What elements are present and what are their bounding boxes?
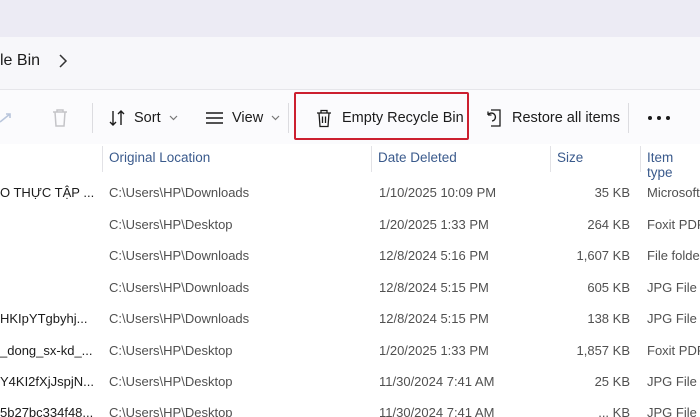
row-location: C:\Users\HP\Desktop xyxy=(109,342,233,358)
row-size: 264 KB xyxy=(587,216,630,232)
row-item-type: JPG File xyxy=(647,374,697,389)
column-header-size[interactable]: Size xyxy=(557,150,583,165)
row-item-type: File folder xyxy=(647,248,700,263)
row-name: HKIpYTgbyhj... xyxy=(0,311,88,326)
column-separator[interactable] xyxy=(371,146,372,172)
row-item-type: JPG File xyxy=(647,279,697,295)
column-separator[interactable] xyxy=(102,146,103,172)
row-date-deleted: 1/10/2025 10:09 PM xyxy=(379,185,497,200)
address-bar[interactable] xyxy=(0,37,700,90)
row-size: 35 KB xyxy=(594,185,630,200)
column-header-date-deleted[interactable]: Date Deleted xyxy=(378,150,457,165)
table-row[interactable]: C:\Users\HP\Downloads 12/8/2024 5:16 PM … xyxy=(0,240,700,272)
sort-button[interactable]: Sort xyxy=(108,100,178,136)
chevron-down-icon xyxy=(271,115,280,121)
more-options-icon[interactable] xyxy=(648,109,670,127)
row-item-type: JPG File xyxy=(647,405,697,417)
row-name: _dong_sx-kd_... xyxy=(0,342,93,358)
row-date-deleted: 11/30/2024 7:41 AM xyxy=(379,374,495,389)
restore-icon xyxy=(487,109,501,127)
column-header-item-type[interactable]: Item type xyxy=(647,150,700,180)
row-name: O THỰC TẬP ... xyxy=(0,185,95,200)
toolbar-separator xyxy=(628,103,629,133)
table-row[interactable]: Y4KI2fXjJspjN... C:\Users\HP\Desktop 11/… xyxy=(0,366,700,398)
table-row[interactable]: 5b27bc334f48... C:\Users\HP\Desktop 11/3… xyxy=(0,397,700,417)
row-size: 25 KB xyxy=(594,374,630,389)
row-size: 1,857 KB xyxy=(576,342,631,358)
share-icon[interactable] xyxy=(0,108,16,128)
view-button[interactable]: View xyxy=(205,100,280,136)
toolbar-separator xyxy=(92,103,93,133)
row-size: 138 KB xyxy=(587,311,630,326)
table-row[interactable]: _dong_sx-kd_... C:\Users\HP\Desktop 1/20… xyxy=(0,335,700,367)
sort-icon xyxy=(109,110,125,126)
row-location: C:\Users\HP\Desktop xyxy=(109,216,233,232)
column-separator[interactable] xyxy=(550,146,551,172)
table-row[interactable]: O THỰC TẬP ... C:\Users\HP\Downloads 1/1… xyxy=(0,177,700,209)
column-separator[interactable] xyxy=(640,146,641,172)
row-size: ... KB xyxy=(598,405,630,417)
row-location: C:\Users\HP\Downloads xyxy=(109,279,250,295)
row-item-type: Foxit PDF xyxy=(647,216,700,232)
row-date-deleted: 1/20/2025 1:33 PM xyxy=(379,216,489,232)
row-size: 1,607 KB xyxy=(576,248,631,263)
row-name: Y4KI2fXjJspjN... xyxy=(0,374,94,389)
table-row[interactable]: C:\Users\HP\Downloads 12/8/2024 5:15 PM … xyxy=(0,272,700,304)
row-date-deleted: 11/30/2024 7:41 AM xyxy=(379,405,495,417)
row-date-deleted: 12/8/2024 5:15 PM xyxy=(379,311,489,326)
toolbar-separator xyxy=(288,103,289,133)
highlight-box xyxy=(294,92,469,140)
row-location: C:\Users\HP\Desktop xyxy=(109,374,233,389)
table-row[interactable]: HKIpYTgbyhj... C:\Users\HP\Downloads 12/… xyxy=(0,303,700,335)
column-header-original-location[interactable]: Original Location xyxy=(109,150,210,165)
row-item-type: JPG File xyxy=(647,311,697,326)
chevron-right-icon[interactable] xyxy=(56,52,70,70)
delete-icon[interactable] xyxy=(51,108,69,128)
row-item-type: Foxit PDF xyxy=(647,342,700,358)
chevron-down-icon xyxy=(169,115,178,121)
sort-label: Sort xyxy=(134,110,161,126)
row-location: C:\Users\HP\Desktop xyxy=(109,405,233,417)
restore-all-items-button[interactable]: Restore all items xyxy=(485,100,620,136)
row-date-deleted: 12/8/2024 5:15 PM xyxy=(379,279,489,295)
row-name: 5b27bc334f48... xyxy=(0,405,94,417)
view-label: View xyxy=(232,110,264,126)
row-location: C:\Users\HP\Downloads xyxy=(109,311,250,326)
row-size: 605 KB xyxy=(587,279,630,295)
row-date-deleted: 12/8/2024 5:16 PM xyxy=(379,248,489,263)
table-row[interactable]: C:\Users\HP\Desktop 1/20/2025 1:33 PM 26… xyxy=(0,209,700,241)
row-item-type: Microsoft xyxy=(647,185,700,200)
breadcrumb-recycle-bin[interactable]: le Bin xyxy=(0,52,40,70)
restore-all-items-label: Restore all items xyxy=(512,110,620,126)
row-date-deleted: 1/20/2025 1:33 PM xyxy=(379,342,489,358)
view-icon xyxy=(206,112,223,124)
title-bar xyxy=(0,0,700,37)
row-location: C:\Users\HP\Downloads xyxy=(109,248,250,263)
row-location: C:\Users\HP\Downloads xyxy=(109,185,250,200)
